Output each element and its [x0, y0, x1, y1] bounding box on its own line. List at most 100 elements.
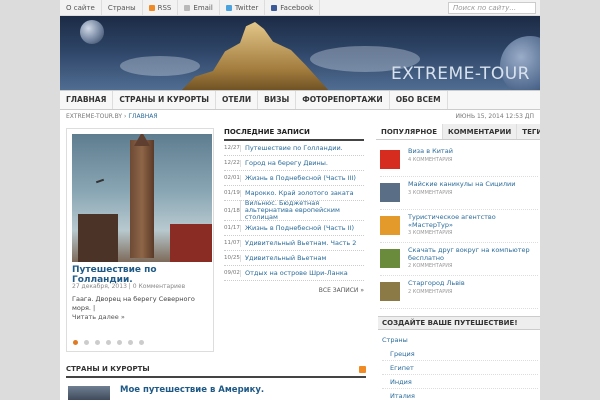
post-title[interactable]: Путешествие по Голландии. [240, 144, 343, 152]
tab-comments[interactable]: КОММЕНТАРИИ [443, 124, 518, 139]
header-banner: EXTREME-TOUR [60, 16, 540, 90]
post-title[interactable]: Удивительный Вьетнам. Часть 2 [240, 239, 356, 247]
post-title[interactable]: Виза в Китай [408, 147, 453, 156]
moon-image [80, 20, 104, 44]
slider-dot[interactable] [139, 340, 144, 345]
nav-item-home[interactable]: ГЛАВНАЯ [60, 91, 114, 109]
category-item[interactable]: Египет [382, 361, 538, 375]
post-thumbnail[interactable] [380, 183, 400, 202]
post-thumbnail[interactable] [380, 150, 400, 169]
list-item[interactable]: Виза в Китай 4 КОММЕНТАРИЯ [380, 144, 538, 177]
sidebar-tabs: ПОПУЛЯРНОЕ КОММЕНТАРИИ ТЕГИ [376, 124, 540, 140]
post-thumbnail[interactable] [380, 216, 400, 235]
comment-count: 2 КОММЕНТАРИЯ [408, 288, 453, 295]
featured-excerpt-text: Гаага. Дворец на берегу Северного моря. … [72, 295, 195, 312]
post-title[interactable]: Отдых на острове Шри-Ланка [240, 269, 348, 277]
nav-item-about-all[interactable]: ОБО ВСЕМ [390, 91, 448, 109]
breadcrumb-site[interactable]: EXTREME-TOUR.BY [66, 113, 122, 120]
category-item[interactable]: Италия [382, 389, 538, 400]
post-title[interactable]: Туристическое агентство «МастерТур» [408, 213, 538, 229]
topbar-facebook-label: Facebook [280, 3, 314, 12]
topbar-countries-link[interactable]: Страны [102, 0, 143, 16]
post-title[interactable]: Старгород Львів [408, 279, 465, 288]
slider-dot[interactable] [106, 340, 111, 345]
list-item[interactable]: 12/22 Город на берегу Двины. [224, 156, 364, 171]
nav-item-countries[interactable]: СТРАНЫ И КУРОРТЫ [113, 91, 217, 109]
post-date: 09/02 [224, 270, 240, 276]
post-date: 12/22 [224, 160, 240, 166]
category-item[interactable]: Индия [382, 375, 538, 389]
topbar-email-label: Email [193, 3, 213, 12]
post-title[interactable]: Жизнь в Поднебесной (Часть III) [240, 174, 356, 182]
list-item[interactable]: 01/17 Жизнь в Поднебесной (Часть II) [224, 221, 364, 236]
featured-photo[interactable] [72, 134, 212, 262]
read-more-link[interactable]: Читать далее » [72, 313, 125, 321]
comment-count: 3 КОММЕНТАРИЯ [408, 230, 453, 236]
slider-dot[interactable] [117, 340, 122, 345]
list-item[interactable]: Майские каникулы на Сицилии 3 КОММЕНТАРИЯ [380, 177, 538, 210]
category-item[interactable]: Греция [382, 347, 538, 361]
nav-item-hotels[interactable]: ОТЕЛИ [216, 91, 259, 109]
story-title[interactable]: Мое путешествие в Америку. [120, 385, 264, 395]
comment-count: 2 КОММЕНТАРИЯ [408, 263, 453, 269]
slider-dot[interactable] [128, 340, 133, 345]
email-icon [184, 4, 191, 11]
list-item[interactable]: 09/02 Отдых на острове Шри-Ланка [224, 266, 364, 281]
post-title[interactable]: Удивительный Вьетнам [240, 254, 326, 262]
tab-tags[interactable]: ТЕГИ [517, 124, 540, 139]
category-root[interactable]: Страны [382, 336, 538, 344]
slider-pagination [73, 340, 144, 345]
post-thumbnail[interactable] [380, 249, 400, 268]
topbar-facebook-link[interactable]: Facebook [265, 0, 321, 16]
post-title[interactable]: Марокко. Край золотого заката [240, 189, 354, 197]
countries-section-heading: СТРАНЫ И КУРОРТЫ [66, 362, 366, 378]
list-item[interactable]: 01/18 Вильнюс. Бюджетная альтернатива евр… [224, 200, 364, 221]
topbar-about-label: О сайте [66, 3, 95, 12]
nav-item-photo-reports[interactable]: ФОТОРЕПОРТАЖИ [296, 91, 390, 109]
site-logo[interactable]: EXTREME-TOUR [391, 64, 530, 84]
list-item[interactable]: Туристическое агентство «МастерТур» 3 КОМ… [380, 210, 538, 243]
search-input[interactable]: Поиск по сайту... [448, 2, 536, 14]
slider-dot[interactable] [73, 340, 78, 345]
post-title[interactable]: Город на берегу Двины. [240, 159, 328, 167]
featured-slider: Путешествие по Голландии. 27 декабря, 20… [66, 128, 214, 352]
featured-meta: 27 декабря, 2013 | 0 Комментариев [72, 283, 186, 290]
post-title[interactable]: Жизнь в Поднебесной (Часть II) [240, 224, 354, 232]
post-date: 11/07 [224, 240, 240, 246]
building-image [78, 214, 118, 262]
post-title[interactable]: Майские каникулы на Сицилии [408, 180, 515, 189]
topbar-rss-link[interactable]: RSS [143, 0, 179, 16]
post-title[interactable]: Скачать друг вокруг на компьютер бесплат… [408, 246, 538, 262]
list-item[interactable]: 10/25 Удивительный Вьетнам [224, 251, 364, 266]
list-item[interactable]: 02/01 Жизнь в Поднебесной (Часть III) [224, 171, 364, 186]
featured-excerpt: Гаага. Дворец на берегу Северного моря. … [72, 295, 212, 322]
topbar-about-link[interactable]: О сайте [60, 0, 102, 16]
rss-icon[interactable] [359, 366, 366, 373]
category-list: Страны Греция Египет Индия Италия [382, 336, 538, 400]
popular-posts: Виза в Китай 4 КОММЕНТАРИЯ Майские канику… [380, 144, 538, 309]
countries-section-title: СТРАНЫ И КУРОРТЫ [66, 365, 150, 373]
topbar-twitter-link[interactable]: Twitter [220, 0, 266, 16]
top-bar: О сайте Страны RSS Email Twitter Faceboo… [60, 0, 540, 16]
breadcrumb-current[interactable]: ГЛАВНАЯ [128, 113, 157, 120]
list-item[interactable]: 11/07 Удивительный Вьетнам. Часть 2 [224, 236, 364, 251]
main-nav: ГЛАВНАЯ СТРАНЫ И КУРОРТЫ ОТЕЛИ ВИЗЫ ФОТО… [60, 90, 540, 110]
list-item[interactable]: Старгород Львів 2 КОММЕНТАРИЯ [380, 276, 538, 309]
list-item[interactable]: Скачать друг вокруг на компьютер бесплат… [380, 243, 538, 276]
featured-title[interactable]: Путешествие по Голландии. [72, 265, 212, 285]
facebook-icon [271, 4, 278, 11]
recent-posts: ПОСЛЕДНИЕ ЗАПИСИ 12/27 Путешествие по Гол… [224, 128, 364, 316]
create-trip-heading: СОЗДАЙТЕ ВАШЕ ПУТЕШЕСТВИЕ! [378, 316, 540, 330]
slider-dot[interactable] [95, 340, 100, 345]
story-thumbnail[interactable] [68, 386, 110, 400]
topbar-email-link[interactable]: Email [178, 0, 220, 16]
post-thumbnail[interactable] [380, 282, 400, 301]
nav-item-visas[interactable]: ВИЗЫ [258, 91, 297, 109]
tab-popular[interactable]: ПОПУЛЯРНОЕ [376, 124, 443, 139]
list-item[interactable]: 12/27 Путешествие по Голландии. [224, 141, 364, 156]
all-posts-link[interactable]: ВСЕ ЗАПИСИ » [224, 287, 364, 294]
slider-dot[interactable] [84, 340, 89, 345]
post-title[interactable]: Вильнюс. Бюджетная альтернатива европейс… [239, 200, 364, 221]
recent-posts-heading: ПОСЛЕДНИЕ ЗАПИСИ [224, 128, 364, 141]
topbar-twitter-label: Twitter [234, 3, 259, 12]
